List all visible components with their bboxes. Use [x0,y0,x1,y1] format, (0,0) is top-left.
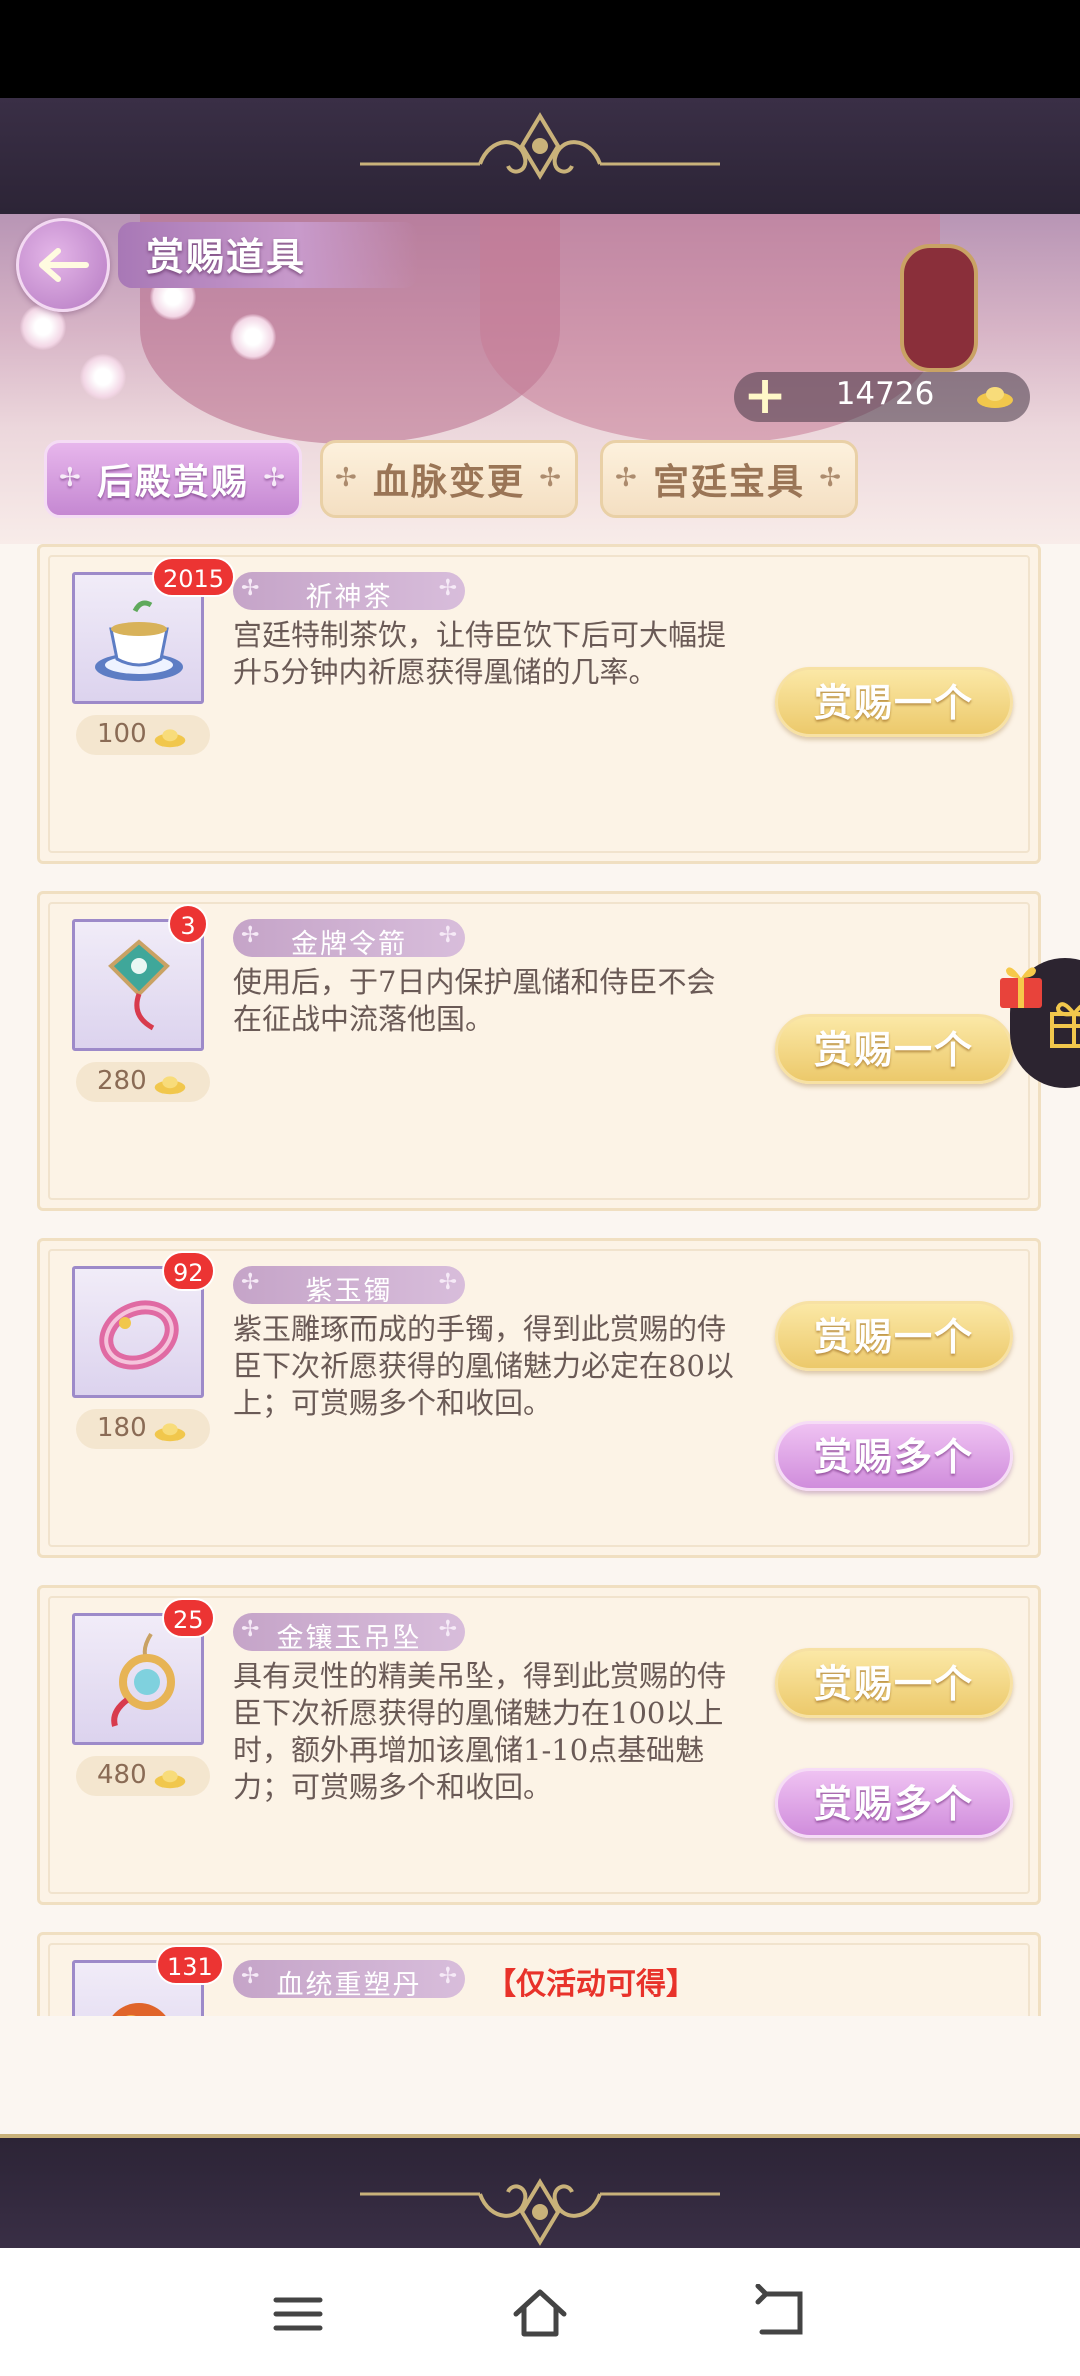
bottom-ornament-frame [0,2134,1080,2252]
item-description: 宫廷特制茶饮，让侍臣饮下后可大幅提升5分钟内祈愿获得凰储的几率。 [233,618,727,689]
list-item: 2015 100 ✢ ✢ 祈神茶 宫廷特制茶饮，让侍臣饮下后可大幅提升5分钟内祈… [37,544,1041,864]
gift-box-icon [1050,1002,1080,1048]
ornament-icon [360,112,720,180]
top-ornament-frame [0,98,1080,218]
item-price: 480 [97,1760,147,1790]
reward-multiple-button[interactable]: 赏赐多个 [775,1421,1013,1491]
flower-icon [80,354,126,400]
item-count-badge: 92 [162,1251,215,1291]
currency-value: 14726 [835,376,935,412]
page-title: 赏赐道具 [146,234,307,279]
ornament-icon [360,2178,720,2246]
tea-cup-icon [95,600,183,681]
tab-label: 后殿赏赐 [96,461,249,503]
tab-bloodline-change[interactable]: ✢ 血脉变更 ✢ [320,440,578,518]
reward-multiple-button[interactable]: 赏赐多个 [775,1768,1013,1838]
list-item: 25 480 ✢ ✢ 金镶玉吊坠 具有灵性的精美吊坠，得到此赏赐的侍臣下次祈愿获… [37,1585,1041,1905]
menu-icon[interactable] [268,2284,328,2344]
back-arrow-icon [39,248,89,282]
reward-one-button[interactable]: 赏赐一个 [775,1014,1013,1084]
item-price: 180 [97,1413,147,1443]
gift-icon[interactable] [994,958,1048,1012]
gold-ingot-icon [154,1076,186,1095]
back-nav-icon[interactable] [752,2284,812,2344]
item-name: 金牌令箭 [291,929,407,960]
activity-only-note: 【仅活动可得】 [486,1967,696,2002]
reward-one-button[interactable]: 赏赐一个 [775,1648,1013,1718]
sparkle-icon: ✢ [59,463,83,493]
item-count-badge: 3 [168,904,208,944]
lantern-icon [900,244,978,372]
sparkle-icon: ✢ [263,463,287,493]
item-name: 祈神茶 [305,582,393,613]
list-item: 3 280 ✢ ✢ 金牌令箭 使用后，于7日内保护凰储和侍臣不会在征战中流落他国… [37,891,1041,1211]
gold-ingot-icon [154,729,186,748]
item-count-badge: 25 [162,1598,215,1638]
item-count-badge: 2015 [152,557,236,597]
tab-label: 宫廷宝具 [652,461,805,503]
sparkle-icon: ✢ [539,463,563,493]
add-currency-button[interactable]: + [740,370,790,422]
item-name: 血统重塑丹 [276,1970,422,2001]
item-name: 紫玉镯 [305,1276,393,1307]
gold-ingot-icon [154,1770,186,1789]
item-count-badge: 131 [156,1945,224,1985]
tab-palace-treasure[interactable]: ✢ 宫廷宝具 ✢ [600,440,858,518]
token-pendant-icon [108,939,170,1031]
jade-bracelet-icon [99,1300,179,1370]
back-button[interactable] [16,218,110,312]
list-item: 92 180 ✢ ✢ 紫玉镯 紫玉雕琢而成的手镯，得到此赏赐的侍臣下次祈愿获得的… [37,1238,1041,1558]
item-name: 金镶玉吊坠 [276,1623,422,1654]
status-bar [0,0,1080,98]
gold-ingot-icon [977,387,1013,408]
item-description: 紫玉雕琢而成的手镯，得到此赏赐的侍臣下次祈愿获得的凰储魅力必定在80以上；可赏赐… [233,1312,734,1420]
reward-one-button[interactable]: 赏赐一个 [775,667,1013,737]
sparkle-icon: ✢ [819,463,843,493]
flower-icon [230,314,276,360]
item-price: 280 [97,1066,147,1096]
gold-ingot-icon [154,1423,186,1442]
item-list[interactable]: 2015 100 ✢ ✢ 祈神茶 宫廷特制茶饮，让侍臣饮下后可大幅提升5分钟内祈… [0,540,1080,2016]
tab-label: 血脉变更 [372,461,525,503]
list-item: 131 ✢ ✢ 血统重塑丹 【仅活动可得】 [37,1932,1041,2016]
reward-one-button[interactable]: 赏赐一个 [775,1301,1013,1371]
tab-harem-reward[interactable]: ✢ 后殿赏赐 ✢ [44,440,302,518]
item-price: 100 [97,719,147,749]
jade-pendant-icon [111,1632,175,1727]
home-icon[interactable] [510,2284,570,2344]
sparkle-icon: ✢ [615,463,639,493]
sparkle-icon: ✢ [335,463,359,493]
item-description: 具有灵性的精美吊坠，得到此赏赐的侍臣下次祈愿获得的凰储魅力在100以上时，额外再… [233,1659,727,1804]
item-description: 使用后，于7日内保护凰储和侍臣不会在征战中流落他国。 [233,965,716,1036]
